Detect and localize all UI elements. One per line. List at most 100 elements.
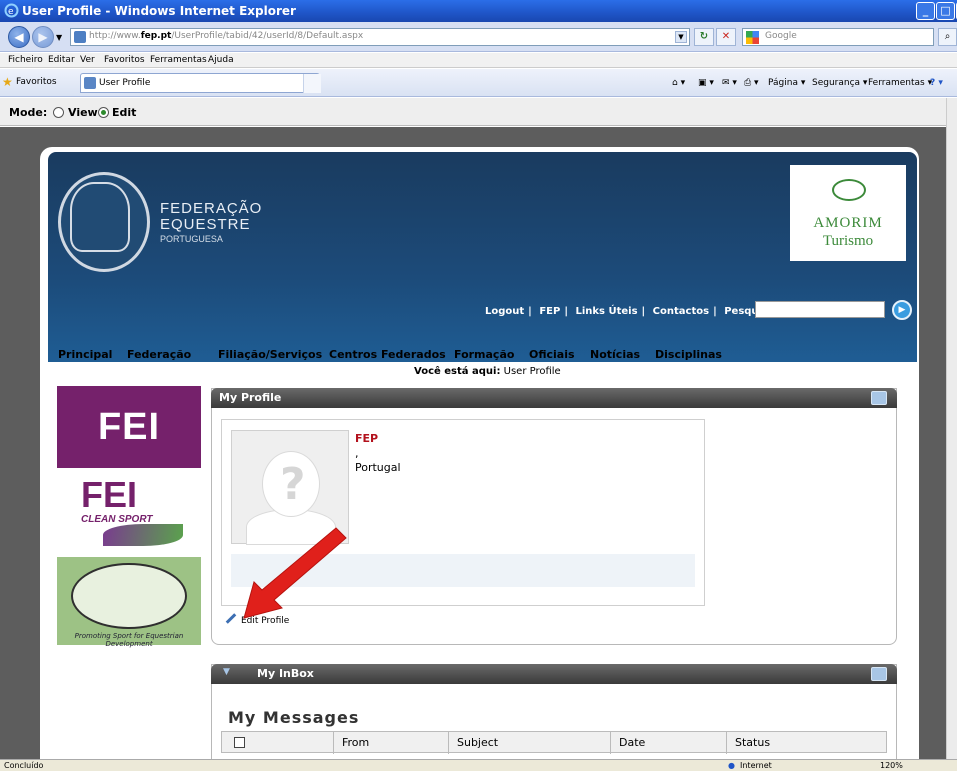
clean-sport-fei: FEI [81, 474, 138, 515]
site-container: FEDERAÇÃO EQUESTRE PORTUGUESA AMORIM Tur… [40, 147, 919, 767]
address-toolbar: ◀ ▶ ▼ http://www.fep.pt/UserProfile/tabi… [0, 22, 957, 52]
mail-icon[interactable]: ✉ ▾ [722, 78, 737, 88]
tab-user-profile[interactable]: User Profile [80, 73, 321, 93]
messages-table-header: From Subject Date Status [221, 731, 887, 754]
col-subject[interactable]: Subject [448, 732, 498, 754]
feeds-icon[interactable]: ▣ ▾ [698, 78, 714, 88]
fei-logo[interactable]: FEI [57, 386, 201, 468]
menu-help[interactable]: Ajuda [208, 55, 234, 65]
menu-file[interactable]: Ficheiro [8, 55, 43, 65]
profile-panel-header: My Profile [211, 388, 897, 408]
nav-disciplinas[interactable]: Disciplinas [655, 348, 722, 361]
nav-centros[interactable]: Centros Federados [329, 348, 446, 361]
globe-icon [71, 563, 187, 629]
inbox-panel-title: My InBox [257, 667, 314, 680]
col-date[interactable]: Date [610, 732, 645, 754]
col-subject-label: Subject [457, 736, 499, 749]
horse-head-icon [70, 182, 130, 252]
pencil-icon [225, 613, 237, 624]
internet-zone-label: Internet [740, 761, 772, 770]
col-date-label: Date [619, 736, 646, 749]
separator: | [528, 306, 532, 317]
zoom-level[interactable]: 120% [880, 761, 903, 770]
svg-text:e: e [8, 7, 14, 17]
separator: | [564, 306, 568, 317]
menu-tools[interactable]: Ferramentas [150, 55, 207, 65]
org-name-line2: EQUESTRE [160, 216, 251, 233]
page-menu[interactable]: Página ▾ [768, 78, 805, 88]
page-icon [74, 31, 86, 43]
clean-sport-logo[interactable]: FEI CLEAN SPORT [57, 472, 201, 552]
search-input[interactable]: Google [742, 28, 934, 46]
safety-menu[interactable]: Segurança ▾ [812, 78, 867, 88]
minimize-button[interactable]: _ [916, 2, 935, 20]
module-settings-icon[interactable] [871, 391, 887, 405]
separator: | [641, 306, 646, 317]
amorim-leaf-icon [832, 179, 866, 201]
top-links: Logout | FEP | Links Úteis | Contactos | Pes… [485, 306, 788, 317]
inbox-panel: ▼ My InBox My Messages From Subject Date… [211, 664, 897, 767]
mode-view-radio[interactable] [53, 107, 64, 118]
logout-link[interactable]: Logout [485, 306, 524, 317]
status-text: Concluído [4, 761, 44, 770]
site-banner: FEDERAÇÃO EQUESTRE PORTUGUESA AMORIM Tur… [48, 152, 917, 362]
stop-icon[interactable]: ✕ [716, 28, 736, 46]
collapse-icon[interactable]: ▼ [223, 667, 230, 677]
sponsor-logo[interactable]: AMORIM Turismo [790, 165, 906, 261]
menu-bar: Ficheiro Editar Ver Favoritos Ferramenta… [0, 53, 957, 68]
nav-filiacao[interactable]: Filiação/Serviços [218, 348, 322, 361]
vertical-scrollbar[interactable] [946, 98, 957, 759]
google-logo-icon [746, 31, 759, 44]
search-magnifier-icon[interactable]: ⌕ [938, 28, 957, 46]
col-status[interactable]: Status [726, 732, 770, 754]
contacts-link[interactable]: Contactos [653, 306, 709, 317]
favorites-star-icon[interactable]: ★ [2, 76, 14, 88]
menu-edit[interactable]: Editar [48, 55, 75, 65]
site-search-input[interactable] [755, 301, 885, 318]
internet-zone-icon: ● [728, 761, 735, 770]
address-input[interactable]: http://www.fep.pt/UserProfile/tabid/42/u… [70, 28, 690, 46]
menu-view[interactable]: Ver [80, 55, 95, 65]
favorites-bar: ★ Favoritos User Profile ⌂ ▾ ▣ ▾ ✉ ▾ ⎙ ▾… [0, 69, 957, 97]
profile-country: Portugal [355, 461, 401, 474]
mode-edit-label[interactable]: Edit [112, 106, 136, 119]
col-from-label: From [342, 736, 370, 749]
help-icon[interactable]: ? ▾ [930, 78, 943, 88]
maximize-button[interactable]: □ [936, 2, 955, 20]
tools-menu[interactable]: Ferramentas ▾ [868, 78, 932, 88]
refresh-icon[interactable]: ↻ [694, 28, 714, 46]
fep-link[interactable]: FEP [539, 306, 560, 317]
mode-label: Mode: [9, 106, 48, 119]
breadcrumb-label: Você está aqui: [414, 366, 501, 377]
new-tab-button[interactable] [303, 74, 321, 93]
col-from[interactable]: From [333, 732, 369, 754]
mode-edit-radio[interactable] [98, 107, 109, 118]
leaf-icon [103, 524, 183, 546]
org-name-line3: PORTUGUESA [160, 234, 223, 244]
nav-formacao[interactable]: Formação [454, 348, 514, 361]
favorites-button[interactable]: Favoritos [16, 77, 57, 87]
module-settings-icon[interactable] [871, 667, 887, 681]
world-logo-text: Promoting Sport for Equestrian Developme… [74, 632, 184, 648]
nav-federacao[interactable]: Federação [127, 348, 191, 361]
address-dropdown-icon[interactable]: ▼ [675, 31, 687, 43]
menu-favorites[interactable]: Favoritos [104, 55, 145, 65]
back-arrow-icon[interactable]: ◀ [8, 26, 30, 48]
forward-arrow-icon[interactable]: ▶ [32, 26, 54, 48]
print-icon[interactable]: ⎙ ▾ [744, 78, 759, 88]
world-logo[interactable]: Promoting Sport for Equestrian Developme… [57, 557, 201, 648]
nav-principal[interactable]: Principal [58, 348, 112, 361]
nav-oficiais[interactable]: Oficiais [529, 348, 575, 361]
nav-noticias[interactable]: Notícias [590, 348, 640, 361]
breadcrumb-current[interactable]: User Profile [504, 366, 561, 377]
sponsor-name: AMORIM [813, 215, 883, 231]
org-name-line1: FEDERAÇÃO [160, 200, 263, 217]
mode-view-label[interactable]: View [68, 106, 98, 119]
search-go-icon[interactable]: ▶ [892, 300, 912, 320]
history-dropdown-icon[interactable]: ▼ [56, 33, 62, 42]
home-icon[interactable]: ⌂ ▾ [672, 78, 685, 88]
mode-bar: Mode: View Edit [0, 98, 957, 126]
links-link[interactable]: Links Úteis [575, 306, 637, 317]
profile-name[interactable]: FEP [355, 432, 378, 445]
select-all-checkbox[interactable] [234, 737, 245, 748]
